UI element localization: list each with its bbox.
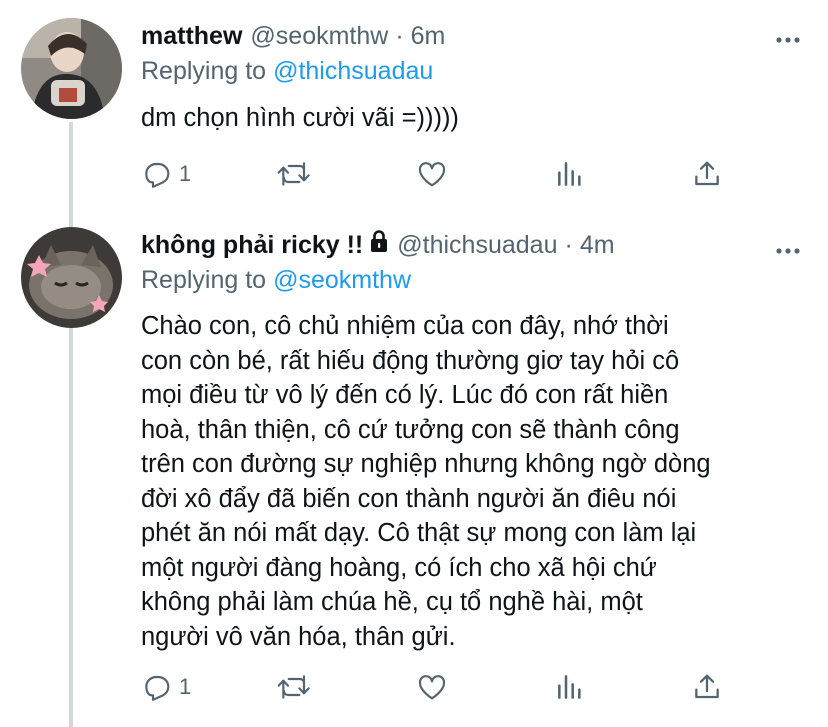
timestamp[interactable]: 6m bbox=[411, 20, 446, 52]
reply-icon bbox=[145, 675, 170, 701]
analytics-button[interactable] bbox=[554, 158, 586, 190]
tweet-text-line: hoà, thân thiện, cô cứ tưởng con sẽ thàn… bbox=[141, 415, 680, 444]
tweet-text-line: mọi điều từ vô lý đến có lý. Lúc đó con … bbox=[141, 381, 669, 409]
retweet-button[interactable] bbox=[276, 671, 312, 703]
tweet-text: Chào con, cô chủ nhiệm của con đây, nhớ … bbox=[141, 309, 801, 654]
display-name[interactable]: matthew bbox=[141, 20, 242, 52]
tweet-thichsuadau[interactable]: không phải ricky !! @thichsuadau · 4m Re… bbox=[0, 205, 828, 727]
user-handle[interactable]: @thichsuadau bbox=[397, 229, 557, 261]
tweet-text-line: Chào con, cô chủ nhiệm của con đây, nhớ … bbox=[141, 312, 669, 340]
reply-count: 1 bbox=[179, 161, 192, 186]
tweet-text-line: con còn bé, rất hiếu động thường giơ tay… bbox=[141, 346, 680, 375]
tweet-actions: 1 bbox=[141, 671, 741, 707]
avatar[interactable] bbox=[21, 227, 122, 328]
share-button[interactable] bbox=[691, 671, 723, 703]
like-button[interactable] bbox=[415, 671, 449, 703]
like-icon bbox=[418, 162, 446, 187]
separator-dot: · bbox=[564, 231, 573, 259]
replying-to-label: Replying to bbox=[141, 266, 267, 294]
like-button[interactable] bbox=[415, 158, 449, 190]
separator-dot: · bbox=[395, 22, 404, 50]
analytics-icon bbox=[558, 675, 581, 699]
tweet-text-line: trên con đường sự nghiệp nhưng không ngờ… bbox=[141, 450, 711, 478]
share-icon bbox=[695, 674, 719, 699]
like-icon bbox=[418, 675, 446, 700]
timestamp[interactable]: 4m bbox=[580, 229, 615, 261]
replying-to-mention[interactable]: @thichsuadau bbox=[273, 57, 433, 85]
tweet-header: không phải ricky !! @thichsuadau · 4m bbox=[141, 229, 615, 261]
lock-icon bbox=[369, 229, 389, 261]
reply-button[interactable]: 1 bbox=[141, 158, 191, 190]
tweet-text-line: phét ăn nói mất dạy. Cô thật sự mong con… bbox=[141, 519, 697, 547]
retweet-button[interactable] bbox=[276, 158, 312, 190]
display-name[interactable]: không phải ricky !! bbox=[141, 229, 363, 261]
share-button[interactable] bbox=[691, 158, 723, 190]
replying-to: Replying to @seokmthw bbox=[141, 264, 411, 296]
share-icon bbox=[695, 161, 719, 186]
user-handle[interactable]: @seokmthw bbox=[250, 20, 388, 52]
tweet-text-line: một người đàng hoàng, có ích cho xã hội … bbox=[141, 553, 657, 582]
more-icon[interactable] bbox=[776, 237, 800, 257]
reply-icon bbox=[145, 162, 170, 188]
more-icon[interactable] bbox=[776, 26, 800, 46]
tweet-actions: 1 bbox=[141, 158, 741, 194]
tweet-matthew[interactable]: matthew @seokmthw · 6m Replying to @thich… bbox=[0, 0, 828, 205]
replying-to-mention[interactable]: @seokmthw bbox=[273, 266, 411, 294]
tweet-text-line: người vô văn hóa, thân gửi. bbox=[141, 622, 456, 651]
replying-to-label: Replying to bbox=[141, 57, 267, 85]
avatar[interactable] bbox=[21, 18, 122, 119]
tweet-text-line: không phải làm chúa hề, cụ tổ nghề hài, … bbox=[141, 588, 643, 616]
reply-button[interactable]: 1 bbox=[141, 671, 191, 703]
retweet-icon bbox=[277, 162, 310, 186]
analytics-button[interactable] bbox=[554, 671, 586, 703]
retweet-icon bbox=[277, 675, 310, 699]
replying-to: Replying to @thichsuadau bbox=[141, 55, 433, 87]
tweet-text-line: đời xô đẩy đã biến con thành người ăn đi… bbox=[141, 484, 677, 513]
reply-count: 1 bbox=[179, 674, 192, 699]
tweet-text: dm chọn hình cười vãi =))))) bbox=[141, 104, 459, 132]
analytics-icon bbox=[558, 162, 581, 186]
tweet-header: matthew @seokmthw · 6m bbox=[141, 20, 445, 52]
